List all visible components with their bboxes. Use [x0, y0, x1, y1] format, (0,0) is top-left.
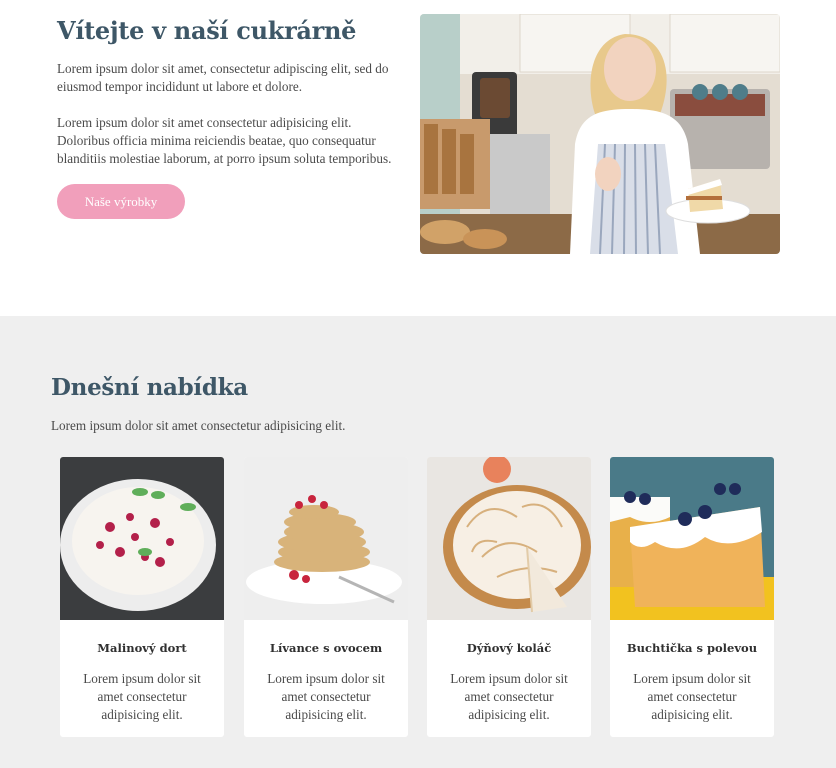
product-name: Malinový dort	[97, 641, 187, 655]
product-card-pumpkin-pie[interactable]: Dýňový koláč Lorem ipsum dolor sit amet …	[427, 457, 591, 737]
hero-photo-baker	[420, 14, 780, 254]
products-button[interactable]: Naše výrobky	[57, 184, 185, 219]
product-description: Lorem ipsum dolor sit amet consectetur a…	[450, 671, 568, 722]
product-description: Lorem ipsum dolor sit amet consectetur a…	[83, 671, 201, 722]
offers-section: Dnešní nabídka Lorem ipsum dolor sit ame…	[0, 316, 836, 768]
pumpkin-pie-image	[427, 457, 591, 620]
glazed-bun-image	[610, 457, 774, 620]
raspberry-cake-image	[60, 457, 224, 620]
product-description: Lorem ipsum dolor sit amet consectetur a…	[633, 671, 751, 722]
product-name: Lívance s ovocem	[269, 641, 383, 655]
hero-paragraph-1: Lorem ipsum dolor sit amet, consectetur …	[57, 61, 389, 94]
product-name: Dýňový koláč	[466, 641, 552, 655]
hero-section: Vítejte v naší cukrárně Lorem ipsum dolo…	[0, 0, 836, 316]
hero-paragraph-2: Lorem ipsum dolor sit amet consectetur a…	[57, 115, 392, 166]
product-name: Buchtička s polevou	[626, 641, 758, 655]
offers-title: Dnešní nabídka	[51, 374, 248, 401]
hero-text-block: Vítejte v naší cukrárně Lorem ipsum dolo…	[57, 16, 402, 219]
offers-subtitle: Lorem ipsum dolor sit amet consectetur a…	[51, 418, 346, 433]
product-card-glazed-bun[interactable]: Buchtička s polevou Lorem ipsum dolor si…	[610, 457, 774, 737]
product-description: Lorem ipsum dolor sit amet consectetur a…	[267, 671, 385, 722]
product-card-raspberry-cake[interactable]: Malinový dort Lorem ipsum dolor sit amet…	[60, 457, 224, 737]
hero-title: Vítejte v naší cukrárně	[57, 16, 357, 45]
product-card-pancakes[interactable]: Lívance s ovocem Lorem ipsum dolor sit a…	[244, 457, 408, 737]
pancakes-image	[244, 457, 408, 620]
